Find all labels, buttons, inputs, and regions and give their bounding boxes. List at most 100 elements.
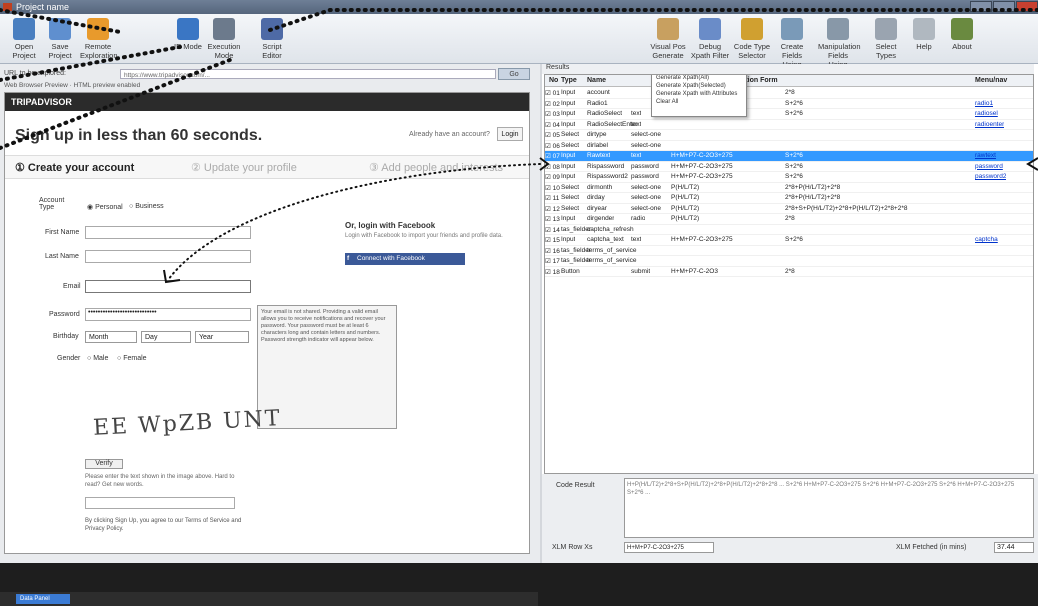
day-select[interactable]: Day (141, 331, 191, 343)
first-name-input[interactable] (85, 226, 251, 239)
create-fields-button[interactable]: Create Fields Using Xpath (772, 18, 812, 78)
month-select[interactable]: Month (85, 331, 137, 343)
help-icon (913, 18, 935, 40)
address-input[interactable]: https://www.tripadvisor.com/... (120, 69, 496, 79)
table-row[interactable]: ☑ 08 Input Rispassword password H+M+P7-C-2O3… (545, 162, 1033, 172)
grid-header-cell[interactable]: No (549, 77, 558, 84)
code-type-button[interactable]: Code Type Selector (732, 18, 772, 62)
table-row[interactable]: ☑ 11 Select dirday select-one P(H/L/T2) 2*8+P… (545, 193, 1033, 204)
table-cell: Input (561, 215, 576, 222)
table-cell: account (587, 89, 610, 96)
table-row[interactable]: ☑ 01 Input account 2*8 (545, 88, 1033, 99)
table-cell: terms_of_service (587, 257, 637, 264)
row-link[interactable]: rawtext (975, 152, 996, 159)
table-row[interactable]: ☑ 16 tas_fielder terms_of_service (545, 246, 1033, 256)
table-row[interactable]: ☑ 09 Input Rispassword2 password H+M+P7-C-2O… (545, 172, 1033, 183)
context-menu-item[interactable]: Generate Xpath(All) (656, 75, 742, 82)
row-link[interactable]: radioenter (975, 121, 1004, 128)
password-input[interactable]: •••••••••••••••••••••••••••• (85, 308, 251, 321)
table-cell: H+M+P7-C-2O3+275 (671, 173, 733, 180)
maximize-button[interactable] (993, 1, 1015, 12)
table-row[interactable]: ☑ 04 Input RadioSelectEnter text radioenter (545, 120, 1033, 130)
context-menu-item[interactable]: Generate Xpath with Attributes (656, 90, 742, 98)
table-cell: select-one (631, 183, 661, 191)
table-cell: Select (561, 141, 580, 149)
minimize-button[interactable] (970, 1, 992, 12)
row-link[interactable]: password (975, 163, 1003, 170)
open-project-button[interactable]: Open Project (6, 18, 42, 62)
facebook-text: Login with Facebook to import your frien… (345, 233, 503, 239)
select-types-button[interactable]: Select Types (866, 18, 906, 62)
table-row[interactable]: ☑ 14 tas_fielder captcha_refresh (545, 225, 1033, 235)
table-row[interactable]: ☑ 06 Select dirlabel select-one (545, 141, 1033, 151)
table-cell: H+M+P7-C-2O3+275 (671, 152, 733, 159)
go-button[interactable]: Go (498, 68, 530, 80)
ie-mode-button[interactable]: IE Mode (170, 18, 206, 62)
facebook-button[interactable]: f Connect with Facebook (345, 253, 465, 265)
radio-personal[interactable]: ◉ Personal (87, 203, 123, 211)
data-panel-button[interactable]: Data Panel (16, 594, 70, 604)
grid-header-cell[interactable]: Type (561, 77, 577, 84)
table-row[interactable]: ☑ 13 Input dirgender radio P(H/L/T2) 2*8 (545, 214, 1033, 225)
row-link[interactable]: captcha (975, 236, 998, 243)
table-row[interactable]: ☑ 12 Select diryear select-one P(H/L/T2) 2*8+… (545, 204, 1033, 214)
xpath-input[interactable]: H+M+P7-C-2O3+275 (624, 542, 714, 553)
step-3[interactable]: ③ Add people and interests (369, 161, 503, 174)
signup-steps: ① Create your account ② Update your prof… (5, 155, 529, 179)
time-input[interactable]: 37.44 (994, 542, 1034, 553)
xpath-label: XLM Row Xs (552, 544, 593, 551)
table-cell: terms_of_service (587, 246, 637, 254)
save-project-button[interactable]: Save Project (42, 18, 78, 62)
code-result-text[interactable]: H+P(H/L/T2)+2*8+S+P(H/L/T2)+2*8+P(H/L/T2… (624, 478, 1034, 538)
table-cell: H+M+P7-C-2O3+275 (671, 236, 733, 243)
login-button[interactable]: Login (497, 127, 523, 141)
table-cell: ☑ 01 (545, 90, 560, 97)
remote-button[interactable]: Remote Exploration (80, 18, 118, 62)
help-button[interactable]: Help (904, 18, 944, 62)
radio-male[interactable]: ○ Male (87, 355, 108, 362)
table-cell: P(H/L/T2) (671, 194, 700, 201)
table-row[interactable]: ☑ 05 Select dirtype select-one (545, 130, 1033, 141)
debug-xpath-button[interactable]: Debug Xpath Filter (690, 18, 730, 62)
table-row[interactable]: ☑ 18 Button submit H+M+P7-C-2O3 2*8 (545, 267, 1033, 277)
row-link[interactable]: password2 (975, 173, 1006, 180)
execution-mode-button[interactable]: Execution Mode (206, 18, 242, 62)
table-cell: ☑ 18 (545, 268, 560, 276)
table-cell: dirmonth (587, 183, 613, 191)
table-row[interactable]: ☑ 10 Select dirmonth select-one P(H/L/T2) 2*8… (545, 183, 1033, 193)
row-link[interactable]: radio1 (975, 100, 993, 107)
table-row[interactable]: ☑ 03InputRadioSelecttextH+M+P7-C-2O3+275… (545, 109, 1033, 120)
last-name-input[interactable] (85, 250, 251, 263)
table-row[interactable]: ☑ 02InputRadio1H+M+P7-CS+2*6radio1 (545, 99, 1033, 109)
captcha-input[interactable] (85, 497, 235, 509)
table-cell: text (631, 120, 642, 128)
table-cell: Input (561, 152, 576, 159)
captcha-hint: Please enter the text shown in the image… (85, 474, 235, 488)
table-row[interactable]: ☑ 15 Input captcha_text text H+M+P7-C-2O3+27… (545, 235, 1033, 246)
grid-header-cell[interactable]: Name (587, 77, 606, 84)
email-input[interactable] (85, 280, 251, 293)
captcha-button[interactable]: Verify (85, 459, 123, 469)
step-2[interactable]: ② Update your profile (191, 161, 297, 174)
table-cell: P(H/L/T2) (671, 183, 700, 191)
table-cell: 2*8+P(H/L/T2)+2*8 (785, 194, 841, 201)
close-button[interactable] (1016, 1, 1038, 12)
visual-pos-button[interactable]: Visual Pos Generate (648, 18, 688, 62)
table-row[interactable]: ☑ 07 Input Rawtext text H+M+P7-C-2O3+275 S+2*… (545, 151, 1033, 162)
step-1[interactable]: ① Create your account (15, 161, 134, 174)
script-editor-button[interactable]: Script Editor (254, 18, 290, 62)
context-menu-item[interactable]: Generate Xpath(Selected) (656, 82, 742, 90)
row-link[interactable]: radiosel (975, 110, 998, 117)
manipulation-fields-button[interactable]: Manipulation Fields Using Xpath (818, 18, 861, 78)
radio-female[interactable]: ○ Female (117, 355, 147, 362)
context-menu-item[interactable]: Clear All (656, 98, 742, 106)
radio-business[interactable]: ○ Business (129, 203, 164, 210)
year-select[interactable]: Year (195, 331, 249, 343)
page-title: Sign up in less than 60 seconds. (15, 127, 263, 144)
table-cell: captcha_refresh (587, 225, 634, 233)
table-cell: Input (561, 236, 576, 243)
grid-header-cell[interactable]: Menu/nav (975, 77, 1007, 84)
about-button[interactable]: About (942, 18, 982, 62)
table-cell: 2*8 (785, 89, 795, 96)
table-row[interactable]: ☑ 17 tas_fielder terms_of_service (545, 256, 1033, 267)
